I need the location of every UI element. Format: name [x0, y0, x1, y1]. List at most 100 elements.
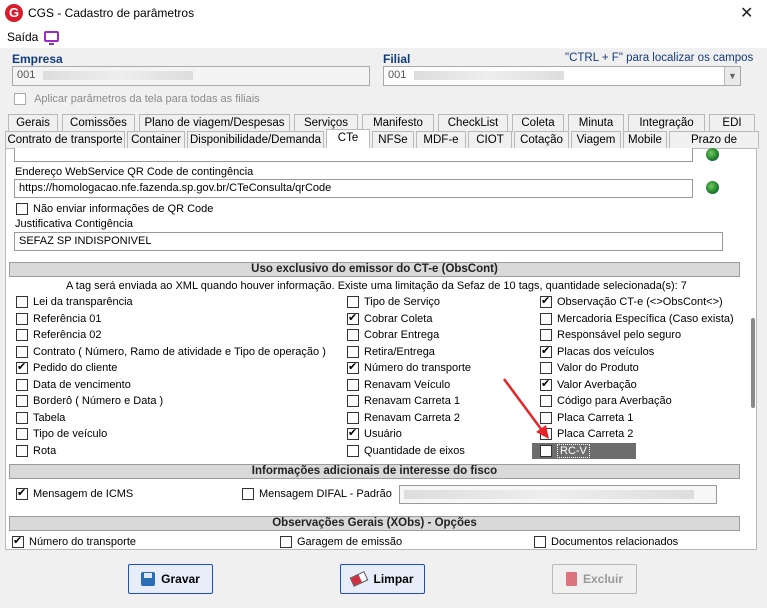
checkbox[interactable]	[16, 411, 28, 424]
difal-text-field[interactable]	[399, 485, 717, 504]
monitor-icon[interactable]	[44, 31, 59, 45]
obscont-option[interactable]: Tipo de Serviço	[347, 296, 471, 313]
tab-ciot[interactable]: CIOT	[468, 131, 512, 149]
chevron-down-icon[interactable]: ▼	[724, 67, 740, 85]
obscont-option[interactable]: Retira/Entrega	[347, 346, 471, 363]
justificativa-input[interactable]: SEFAZ SP INDISPONIVEL	[14, 232, 723, 251]
clear-button[interactable]: Limpar	[340, 564, 425, 594]
obscont-option[interactable]: Placa Carreta 2	[540, 428, 734, 445]
obscont-option[interactable]: Número do transporte	[347, 360, 471, 379]
tab-cte[interactable]: CTe	[326, 129, 370, 149]
tab-minuta[interactable]: Minuta	[568, 114, 624, 132]
menu-saida[interactable]: Saída	[7, 30, 38, 44]
checkbox[interactable]	[16, 329, 28, 342]
obscont-option[interactable]: Valor do Produto	[540, 362, 734, 379]
checkbox[interactable]	[16, 296, 28, 309]
checkbox[interactable]	[16, 486, 28, 501]
obscont-option[interactable]: Cobrar Entrega	[347, 329, 471, 346]
nao-enviar-qr-checkbox[interactable]: Não enviar informações de QR Code	[16, 203, 213, 216]
tab-mobile[interactable]: Mobile	[623, 131, 667, 149]
checkbox[interactable]	[16, 312, 28, 325]
tab-nfse[interactable]: NFSe	[372, 131, 414, 149]
obscont-option[interactable]: Mercadoria Específica (Caso exista)	[540, 313, 734, 330]
obscont-option[interactable]: Renavam Carreta 2	[347, 412, 471, 429]
filial-select[interactable]: 001	[383, 66, 741, 86]
tab-contrato-transporte[interactable]: Contrato de transporte	[5, 131, 125, 149]
obscont-option[interactable]: Referência 01	[16, 313, 326, 330]
xobs-garagem-emissao[interactable]: Garagem de emissão	[280, 536, 402, 549]
checkbox[interactable]	[540, 312, 552, 325]
obscont-option[interactable]: Referência 02	[16, 329, 326, 346]
tab-mdfe[interactable]: MDF-e	[416, 131, 466, 149]
tab-cotacao[interactable]: Cotação	[514, 131, 569, 149]
checkbox[interactable]	[347, 311, 359, 325]
checkbox[interactable]	[12, 534, 24, 549]
tab-comissoes[interactable]: Comissões	[62, 114, 135, 132]
obscont-option[interactable]: Quantidade de eixos	[347, 445, 471, 462]
tab-prazo-entrega[interactable]: Prazo de entrega	[669, 131, 759, 163]
obscont-option[interactable]: Pedido do cliente	[16, 360, 326, 379]
obscont-option[interactable]: Contrato ( Número, Ramo de atividade e T…	[16, 346, 326, 363]
tab-integracao[interactable]: Integração	[628, 114, 705, 132]
checkbox[interactable]	[347, 296, 359, 309]
obscont-option[interactable]: Borderô ( Número e Data )	[16, 395, 326, 412]
checkbox[interactable]	[347, 444, 359, 457]
delete-button[interactable]: Excluir	[552, 564, 637, 594]
checkbox[interactable]	[534, 536, 546, 549]
checkbox[interactable]	[16, 360, 28, 375]
tab-manifesto[interactable]: Manifesto	[362, 114, 434, 132]
checkbox[interactable]	[540, 329, 552, 342]
obscont-option[interactable]: Tabela	[16, 412, 326, 429]
obscont-option[interactable]: RC-V	[540, 443, 734, 462]
obscont-option[interactable]: Renavam Carreta 1	[347, 395, 471, 412]
obscont-option[interactable]: Renavam Veículo	[347, 379, 471, 396]
scrolled-input[interactable]	[14, 148, 693, 162]
tab-viagem[interactable]: Viagem	[571, 131, 621, 149]
checkbox[interactable]	[347, 360, 359, 375]
checkbox[interactable]	[16, 444, 28, 457]
close-icon[interactable]: ✕	[740, 3, 753, 23]
obscont-option[interactable]: Valor Averbação	[540, 377, 734, 396]
obscont-option[interactable]: Responsável pelo seguro	[540, 329, 734, 346]
tab-container[interactable]: Container	[127, 131, 185, 149]
obscont-option[interactable]: Rota	[16, 445, 326, 462]
checkbox[interactable]	[16, 203, 28, 216]
vertical-scrollbar[interactable]	[751, 318, 755, 408]
qr-endereco-input[interactable]: https://homologacao.nfe.fazenda.sp.gov.b…	[14, 179, 693, 198]
checkbox[interactable]	[242, 488, 254, 501]
checkbox[interactable]	[16, 395, 28, 408]
checkbox[interactable]	[280, 536, 292, 549]
checkbox[interactable]	[540, 444, 552, 457]
checkbox[interactable]	[16, 428, 28, 441]
checkbox[interactable]	[347, 411, 359, 424]
checkbox[interactable]	[540, 362, 552, 375]
tab-coleta[interactable]: Coleta	[512, 114, 564, 132]
checkbox[interactable]	[347, 395, 359, 408]
globe-icon[interactable]	[706, 148, 719, 161]
checkbox[interactable]	[540, 344, 552, 358]
tab-gerais[interactable]: Gerais	[8, 114, 58, 132]
xobs-documentos-relacionados[interactable]: Documentos relacionados	[534, 536, 678, 549]
checkbox[interactable]	[347, 378, 359, 391]
checkbox[interactable]	[347, 426, 359, 441]
obscont-option[interactable]: Placa Carreta 1	[540, 412, 734, 429]
checkbox[interactable]	[16, 378, 28, 391]
tab-checklist[interactable]: CheckList	[438, 114, 508, 132]
tab-edi[interactable]: EDI	[709, 114, 755, 132]
obscont-option[interactable]: Código para Averbação	[540, 395, 734, 412]
checkbox[interactable]	[347, 345, 359, 358]
xobs-numero-transporte[interactable]: Número do transporte	[12, 534, 136, 549]
checkbox[interactable]	[347, 329, 359, 342]
obscont-option[interactable]: Lei da transparência	[16, 296, 326, 313]
obscont-option[interactable]: Tipo de veículo	[16, 428, 326, 445]
globe-icon[interactable]	[706, 181, 719, 194]
obscont-option[interactable]: Data de vencimento	[16, 379, 326, 396]
checkbox[interactable]	[540, 294, 552, 309]
obscont-option[interactable]: Observação CT-e (<>ObsCont<>)	[540, 294, 734, 313]
tab-disponibilidade[interactable]: Disponibilidade/Demanda	[187, 131, 324, 149]
tab-plano-viagem[interactable]: Plano de viagem/Despesas	[139, 114, 290, 132]
obscont-option[interactable]: Cobrar Coleta	[347, 311, 471, 330]
mensagem-icms-checkbox[interactable]: Mensagem de ICMS	[16, 486, 133, 501]
checkbox[interactable]	[16, 345, 28, 358]
obscont-option[interactable]: Placas dos veículos	[540, 344, 734, 363]
